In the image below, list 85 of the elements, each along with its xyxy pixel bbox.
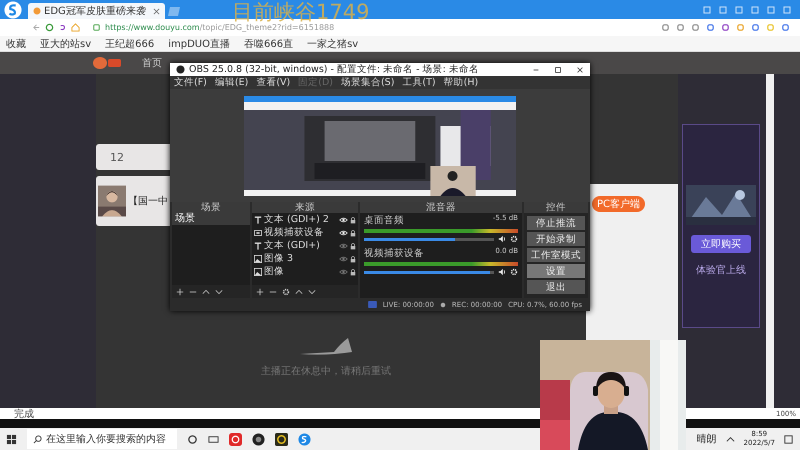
lock-icon[interactable]: [350, 216, 356, 224]
source-name[interactable]: 图像 3: [264, 252, 337, 265]
site-logo-icon[interactable]: [92, 56, 122, 70]
dock-title: 来源: [295, 201, 315, 214]
move-up-icon[interactable]: [295, 288, 303, 296]
control-button[interactable]: 停止推流: [527, 216, 585, 230]
menu-item[interactable]: 工具(T): [402, 76, 436, 89]
scene-item[interactable]: 场景: [172, 213, 250, 225]
dock-title: 场景: [201, 201, 221, 214]
streamer-name: 【国一中: [128, 194, 168, 208]
lock-icon[interactable]: [350, 242, 356, 250]
scrollbar[interactable]: [766, 74, 774, 408]
menu-item[interactable]: 查看(V): [256, 76, 290, 89]
control-button[interactable]: 工作室模式: [527, 248, 585, 262]
weather-text[interactable]: 晴朗: [696, 432, 717, 446]
dock-title: 控件: [546, 201, 566, 214]
volume-slider[interactable]: [364, 238, 494, 240]
notification-icon[interactable]: [783, 434, 794, 444]
text-source-icon: [254, 216, 262, 224]
music-app-icon[interactable]: [229, 432, 242, 446]
maximize-icon[interactable]: [554, 66, 562, 74]
image-source-icon: [254, 268, 262, 276]
undo-icon[interactable]: [58, 23, 67, 32]
lock-icon[interactable]: [350, 268, 356, 276]
menu-item[interactable]: 帮助(H): [444, 76, 478, 89]
game-app-icon[interactable]: [275, 432, 288, 446]
close-tab-icon[interactable]: [152, 8, 160, 14]
obs-app-icon[interactable]: [252, 432, 265, 446]
move-up-icon[interactable]: [202, 288, 210, 296]
menu-item[interactable]: 场景集合(S): [340, 76, 394, 89]
site-icon: [33, 7, 41, 15]
source-name[interactable]: 视频捕获设备: [264, 226, 337, 239]
channel-name: 桌面音频: [364, 214, 404, 227]
text-source-icon: [254, 242, 262, 250]
move-down-icon[interactable]: [308, 288, 316, 296]
channel-name: 视频捕获设备: [364, 247, 424, 260]
speaker-icon[interactable]: [498, 268, 506, 276]
add-icon[interactable]: [256, 288, 264, 296]
source-name[interactable]: 文本 (GDI+): [264, 239, 337, 252]
source-name[interactable]: 文本 (GDI+) 2: [264, 213, 337, 226]
record-dot-icon: [440, 302, 446, 308]
streamer-card[interactable]: 【国一中: [96, 176, 170, 226]
browser-tab[interactable]: EDG冠军皮肤重磅来袭: [28, 3, 165, 19]
menu-item[interactable]: 编辑(E): [214, 76, 248, 89]
windows-start-icon[interactable]: [6, 434, 17, 444]
source-name[interactable]: 图像: [264, 265, 337, 278]
bookmark-link[interactable]: 收藏: [6, 36, 26, 50]
close-icon[interactable]: [576, 66, 584, 74]
refresh-icon[interactable]: [45, 23, 54, 32]
search-icon: [33, 434, 42, 444]
lock-icon[interactable]: [350, 228, 356, 236]
secure-icon: [92, 23, 101, 32]
browser-logo-icon[interactable]: [4, 0, 22, 18]
bookmark-link[interactable]: 吞噬666直: [244, 36, 294, 50]
buy-button[interactable]: 立即购买: [691, 235, 751, 253]
move-down-icon[interactable]: [215, 288, 223, 296]
bookmark-link[interactable]: impDUO直播: [168, 36, 230, 50]
bookmark-link[interactable]: 王纪超666: [105, 36, 154, 50]
volume-slider[interactable]: [364, 270, 494, 274]
lock-icon[interactable]: [350, 254, 356, 262]
settings-icon[interactable]: [282, 288, 290, 296]
bookmark-link[interactable]: 一家之猪sv: [307, 36, 358, 50]
camera-source-icon: [254, 228, 262, 236]
cortana-icon[interactable]: [187, 434, 198, 444]
overlay-text: 目前峡谷1749: [232, 0, 370, 24]
menu-item[interactable]: 文件(F): [174, 76, 207, 89]
image-source-icon: [254, 254, 262, 262]
browser-app-icon[interactable]: [298, 432, 311, 446]
dock-title: 混音器: [426, 201, 456, 214]
control-button[interactable]: 开始录制: [527, 232, 585, 246]
task-view-icon[interactable]: [208, 434, 219, 444]
address-field[interactable]: https://www.douyu.com/topic/EDG_theme2?rid=6151888: [92, 23, 334, 32]
obs-logo-icon: [176, 65, 185, 74]
live-indicator-icon: [368, 301, 377, 308]
status-text: 完成: [14, 408, 34, 420]
promo-text: 体验官上线: [696, 264, 746, 277]
control-button[interactable]: 退出: [527, 280, 585, 294]
score-number: 12: [110, 150, 124, 164]
speaker-icon[interactable]: [498, 235, 506, 243]
add-icon[interactable]: [176, 288, 184, 296]
nav-link[interactable]: 首页: [142, 56, 162, 70]
bookmark-link[interactable]: 亚大的站sv: [40, 36, 92, 50]
window-title: OBS 25.0.8 (32-bit, windows) - 配置文件: 未命名 - 场景: 未命名: [189, 63, 480, 76]
offline-message: 主播正在休息中，请稍后重试: [261, 364, 391, 378]
control-button[interactable]: 设置: [527, 264, 585, 278]
